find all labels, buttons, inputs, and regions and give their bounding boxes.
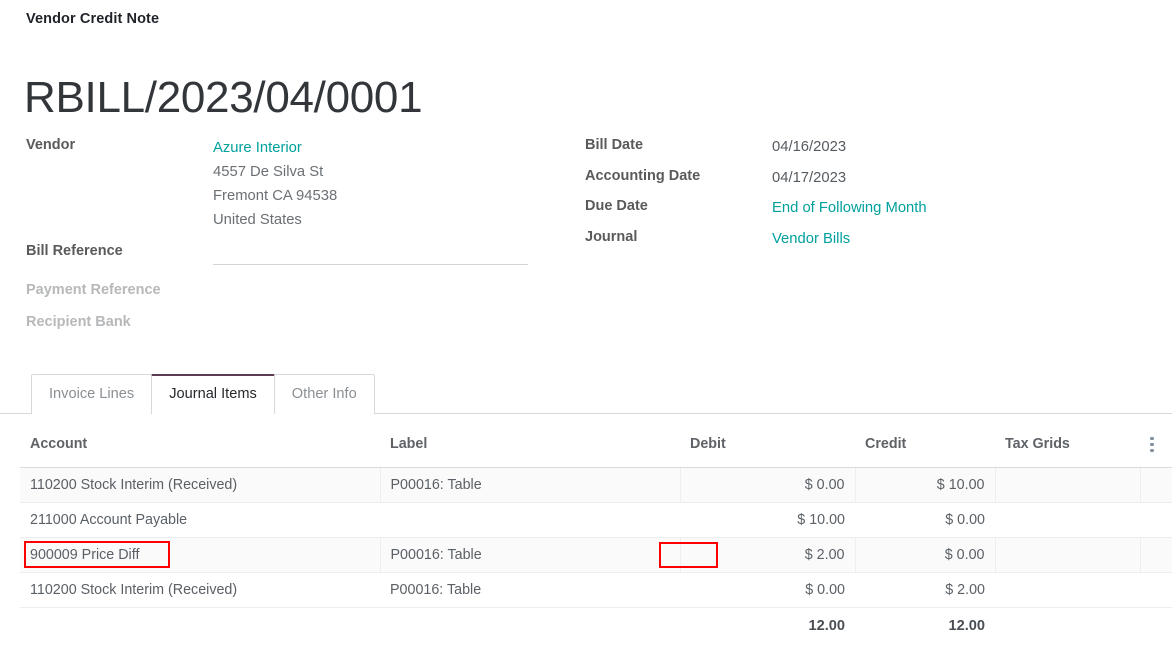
cell-tax-grids[interactable] <box>995 572 1140 607</box>
journal-items-table: Account Label Debit Credit Tax Grids 110… <box>20 428 1172 643</box>
document-type-label: Vendor Credit Note <box>26 11 159 27</box>
totals-debit: 12.00 <box>680 607 855 643</box>
accounting-date-label: Accounting Date <box>585 167 772 184</box>
tab-invoice-lines[interactable]: Invoice Lines <box>31 374 152 414</box>
vendor-label: Vendor <box>26 136 213 153</box>
field-due-date: Due Date End of Following Month <box>585 197 1005 228</box>
cell-extra[interactable] <box>1140 502 1172 537</box>
column-header-tax-grids[interactable]: Tax Grids <box>995 428 1140 467</box>
cell-debit[interactable]: $ 0.00 <box>680 467 855 502</box>
cell-extra[interactable] <box>1140 467 1172 502</box>
cell-extra[interactable] <box>1140 572 1172 607</box>
page-title: RBILL/2023/04/0001 <box>24 69 422 127</box>
cell-label[interactable]: P00016: Table <box>380 467 680 502</box>
cell-label[interactable]: P00016: Table <box>380 572 680 607</box>
cell-credit[interactable]: $ 10.00 <box>855 467 995 502</box>
cell-label[interactable]: P00016: Table <box>380 537 680 572</box>
cell-credit[interactable]: $ 0.00 <box>855 537 995 572</box>
table-row[interactable]: 110200 Stock Interim (Received) P00016: … <box>20 467 1172 502</box>
kebab-menu-icon[interactable] <box>1150 434 1154 455</box>
totals-spacer-label <box>380 607 680 643</box>
cell-debit[interactable]: $ 2.00 <box>680 537 855 572</box>
table-totals-row: 12.00 12.00 <box>20 607 1172 643</box>
table-row[interactable]: 900009 Price Diff P00016: Table $ 2.00 $… <box>20 537 1172 572</box>
cell-tax-grids[interactable] <box>995 537 1140 572</box>
journal-value[interactable]: Vendor Bills <box>772 228 850 250</box>
column-header-debit[interactable]: Debit <box>680 428 855 467</box>
tab-other-info[interactable]: Other Info <box>274 374 375 414</box>
due-date-label: Due Date <box>585 197 772 214</box>
totals-credit: 12.00 <box>855 607 995 643</box>
bill-reference-label: Bill Reference <box>26 242 213 259</box>
tab-journal-items[interactable]: Journal Items <box>151 374 275 414</box>
cell-extra[interactable]: Cut-Off <box>1140 537 1172 572</box>
journal-label: Journal <box>585 228 772 245</box>
journal-items-table-wrapper: Account Label Debit Credit Tax Grids 110… <box>20 428 1146 643</box>
field-journal: Journal Vendor Bills <box>585 228 1005 259</box>
field-accounting-date: Accounting Date 04/17/2023 <box>585 167 1005 198</box>
field-recipient-bank: Recipient Bank <box>26 313 546 344</box>
column-header-account[interactable]: Account <box>20 428 380 467</box>
cell-tax-grids[interactable] <box>995 502 1140 537</box>
vendor-address-line-1: 4557 De Silva St <box>213 160 337 184</box>
column-header-label[interactable]: Label <box>380 428 680 467</box>
vendor-credit-note-form: Vendor Credit Note RBILL/2023/04/0001 Ve… <box>0 0 1172 645</box>
cell-tax-grids[interactable] <box>995 467 1140 502</box>
table-row[interactable]: 110200 Stock Interim (Received) P00016: … <box>20 572 1172 607</box>
table-header-row: Account Label Debit Credit Tax Grids <box>20 428 1172 467</box>
vendor-value-block: Azure Interior 4557 De Silva St Fremont … <box>213 136 337 232</box>
tab-bar: Invoice Lines Journal Items Other Info <box>0 373 1172 414</box>
cell-account[interactable]: 110200 Stock Interim (Received) <box>20 467 380 502</box>
field-vendor: Vendor Azure Interior 4557 De Silva St F… <box>26 136 546 232</box>
table-row[interactable]: 211000 Account Payable $ 10.00 $ 0.00 <box>20 502 1172 537</box>
cell-credit[interactable]: $ 0.00 <box>855 502 995 537</box>
cell-account[interactable]: 900009 Price Diff <box>20 537 380 572</box>
vendor-address-line-2: Fremont CA 94538 <box>213 184 337 208</box>
due-date-value[interactable]: End of Following Month <box>772 197 927 219</box>
cell-debit[interactable]: $ 10.00 <box>680 502 855 537</box>
field-bill-date: Bill Date 04/16/2023 <box>585 136 1005 167</box>
dates-info-group: Bill Date 04/16/2023 Accounting Date 04/… <box>585 136 1005 258</box>
totals-spacer-extra <box>1140 607 1172 643</box>
bill-date-value[interactable]: 04/16/2023 <box>772 136 846 158</box>
vendor-info-group: Vendor Azure Interior 4557 De Silva St F… <box>26 136 546 344</box>
field-bill-reference: Bill Reference <box>26 242 546 273</box>
cell-account[interactable]: 211000 Account Payable <box>20 502 380 537</box>
cell-account[interactable]: 110200 Stock Interim (Received) <box>20 572 380 607</box>
column-header-credit[interactable]: Credit <box>855 428 995 467</box>
recipient-bank-label: Recipient Bank <box>26 313 213 330</box>
totals-spacer-account <box>20 607 380 643</box>
totals-spacer-tax <box>995 607 1140 643</box>
accounting-date-value[interactable]: 04/17/2023 <box>772 167 846 189</box>
bill-reference-input[interactable] <box>213 243 528 265</box>
cell-credit[interactable]: $ 2.00 <box>855 572 995 607</box>
payment-reference-label: Payment Reference <box>26 281 213 298</box>
column-options-cell <box>1140 428 1172 467</box>
field-payment-reference: Payment Reference <box>26 281 546 312</box>
vendor-address-line-3: United States <box>213 208 337 232</box>
bill-date-label: Bill Date <box>585 136 772 153</box>
vendor-name-link[interactable]: Azure Interior <box>213 136 337 160</box>
cell-label[interactable] <box>380 502 680 537</box>
cell-debit[interactable]: $ 0.00 <box>680 572 855 607</box>
